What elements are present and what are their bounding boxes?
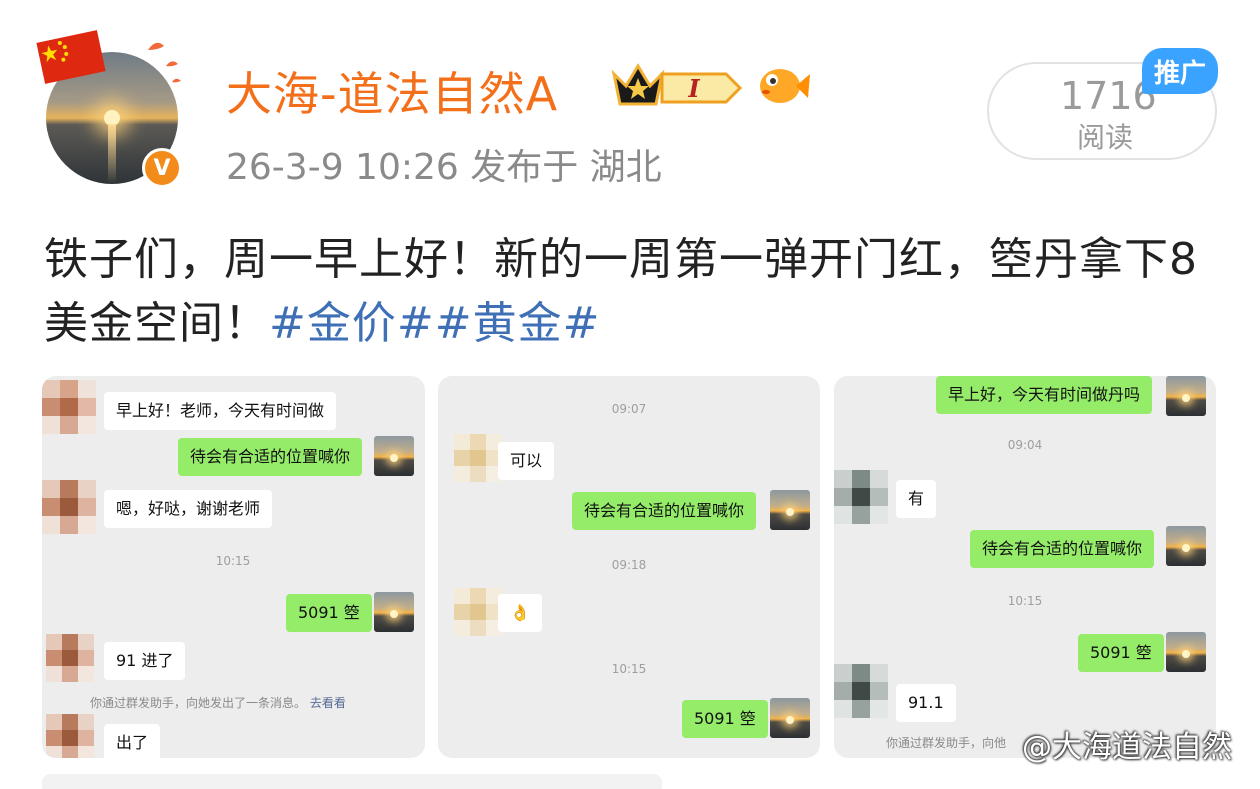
post-meta: 26-3-9 10:26 发布于 湖北 — [226, 147, 662, 188]
level-badge-text: I — [687, 74, 700, 103]
chat-timestamp: 10:15 — [215, 554, 251, 568]
post-text: 铁子们，周一早上好！新的一周第一弹开门红，箜丹拿下8美金空间！#金价##黄金# — [44, 228, 1234, 356]
hashtag-gold[interactable]: #黄金# — [435, 298, 601, 349]
chat-message: 5091 箜 — [682, 700, 768, 738]
chat-screenshot-2[interactable]: 09:07 可以 待会有合适的位置喊你 09:18 👌 10:15 5091 箜 — [438, 376, 820, 758]
watermark: @大海道法自然 — [1022, 730, 1232, 765]
blurred-avatar — [834, 664, 888, 718]
view-link[interactable]: 去看看 — [310, 696, 346, 710]
sender-avatar — [770, 698, 810, 738]
blurred-avatar — [42, 380, 96, 434]
sender-avatar — [770, 490, 810, 530]
sender-avatar — [374, 592, 414, 632]
chat-timestamp: 09:18 — [611, 558, 647, 572]
chat-message: 可以 — [498, 442, 555, 480]
chat-message: 91 进了 — [104, 642, 186, 680]
chat-screenshot-3[interactable]: 早上好，今天有时间做丹吗 09:04 有 待会有合适的位置喊你 10:15 50… — [834, 376, 1216, 758]
chat-message: 早上好，今天有时间做丹吗 — [936, 376, 1153, 414]
read-label: 阅读 — [1076, 121, 1133, 154]
sender-avatar — [374, 436, 414, 476]
verified-badge-icon: V — [142, 148, 182, 188]
next-card-edge — [42, 774, 662, 789]
level-badge-icon: I — [660, 72, 743, 104]
sender-avatar — [1166, 632, 1206, 672]
chat-message: 有 — [896, 480, 937, 518]
chat-message: 待会有合适的位置喊你 — [178, 438, 363, 476]
chat-message: 嗯，好哒，谢谢老师 — [104, 490, 273, 528]
birds-decoration-icon — [148, 42, 181, 83]
blurred-avatar — [454, 588, 502, 636]
system-notice-text: 你通过群发助手，向她发出了一条消息。 — [90, 696, 307, 710]
blurred-avatar — [42, 480, 96, 534]
chat-screenshot-1[interactable]: 早上好！老师，今天有时间做 待会有合适的位置喊你 嗯，好哒，谢谢老师 10:15… — [42, 376, 425, 758]
username[interactable]: 大海-道法自然A — [226, 58, 558, 124]
post-body: 铁子们，周一早上好！新的一周第一弹开门红，箜丹拿下8美金空间！ — [44, 234, 1198, 349]
chat-timestamp: 09:07 — [611, 402, 647, 416]
sender-avatar — [1166, 376, 1206, 416]
sea-reflection — [108, 124, 116, 184]
chat-timestamp: 10:15 — [1007, 594, 1043, 608]
chat-message: 待会有合适的位置喊你 — [970, 530, 1155, 568]
blurred-avatar — [46, 714, 94, 758]
system-notice: 你通过群发助手，向他 — [886, 736, 1007, 750]
blurred-avatar — [454, 434, 502, 482]
promo-button[interactable]: 推广 — [1142, 48, 1218, 94]
system-notice: 你通过群发助手，向她发出了一条消息。 去看看 — [90, 694, 346, 711]
chat-message: 早上好！老师，今天有时间做 — [104, 392, 337, 430]
chat-timestamp: 10:15 — [611, 662, 647, 676]
sender-avatar — [1166, 526, 1206, 566]
chat-message: 5091 箜 — [1078, 634, 1164, 672]
blurred-avatar — [46, 634, 94, 682]
chat-message: 91.1 — [896, 684, 956, 722]
chat-timestamp: 09:04 — [1007, 438, 1043, 452]
chat-message: 待会有合适的位置喊你 — [572, 492, 757, 530]
blurred-avatar — [834, 470, 888, 524]
chat-message: 5091 箜 — [286, 594, 372, 632]
chat-message: 👌 — [498, 594, 542, 632]
chat-message: 出了 — [104, 724, 161, 758]
fish-emoji-icon — [760, 69, 810, 103]
crown-icon — [611, 63, 665, 106]
hashtag-gold-price[interactable]: #金价# — [269, 298, 435, 349]
read-count: 1716 — [1060, 74, 1157, 118]
